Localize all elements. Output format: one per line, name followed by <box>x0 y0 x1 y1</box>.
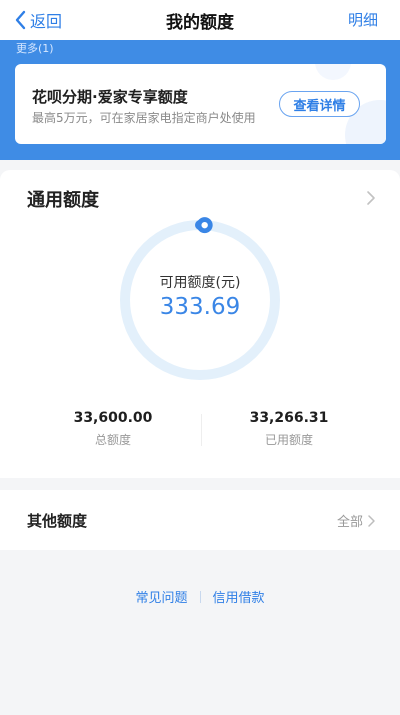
back-label: 返回 <box>30 12 63 31</box>
general-quota-card: 通用额度 可用额度(元) 333.69 33,600.00 总额度 33,266… <box>0 170 400 478</box>
more-link[interactable]: 更多(1) <box>16 40 54 56</box>
stat-divider <box>201 414 202 446</box>
progress-handle-icon <box>196 217 213 234</box>
detail-button[interactable]: 明细 <box>348 9 378 30</box>
other-quota-title: 其他额度 <box>27 512 88 530</box>
total-quota-value: 33,600.00 <box>73 410 153 426</box>
nav-bar: 返回 我的额度 明细 <box>0 0 400 40</box>
promo-decoration <box>315 64 351 80</box>
used-quota-label: 已用额度 <box>264 433 313 447</box>
total-quota-label: 总额度 <box>94 433 131 447</box>
total-quota-stat: 33,600.00 总额度 <box>28 410 198 448</box>
back-button[interactable]: 返回 <box>14 8 62 32</box>
credit-loan-link[interactable]: 信用借款 <box>213 587 265 606</box>
footer-separator <box>199 590 201 603</box>
used-quota-stat: 33,266.31 已用额度 <box>204 410 374 448</box>
available-quota-value: 333.69 <box>159 294 241 320</box>
promo-subtitle: 最高5万元，可在家居家电指定商户处使用 <box>32 111 256 125</box>
view-all-label: 全部 <box>336 515 363 530</box>
view-details-button[interactable]: 查看详情 <box>279 91 360 117</box>
chevron-right-icon <box>368 514 375 527</box>
promo-title: 花呗分期·爱家专享额度 <box>32 88 188 106</box>
used-quota-value: 33,266.31 <box>249 410 329 426</box>
promo-banner: 更多(1) 花呗分期·爱家专享额度 最高5万元，可在家居家电指定商户处使用 查看… <box>0 40 400 160</box>
promo-card[interactable]: 花呗分期·爱家专享额度 最高5万元，可在家居家电指定商户处使用 查看详情 <box>15 64 386 144</box>
footer-links: 常见问题 信用借款 <box>0 587 400 606</box>
chevron-left-icon <box>15 10 26 30</box>
other-quota-row[interactable]: 其他额度 全部 <box>0 490 400 550</box>
available-quota-label: 可用额度(元) <box>159 275 241 291</box>
view-all-button[interactable]: 全部 <box>337 511 376 530</box>
faq-link[interactable]: 常见问题 <box>135 587 187 606</box>
